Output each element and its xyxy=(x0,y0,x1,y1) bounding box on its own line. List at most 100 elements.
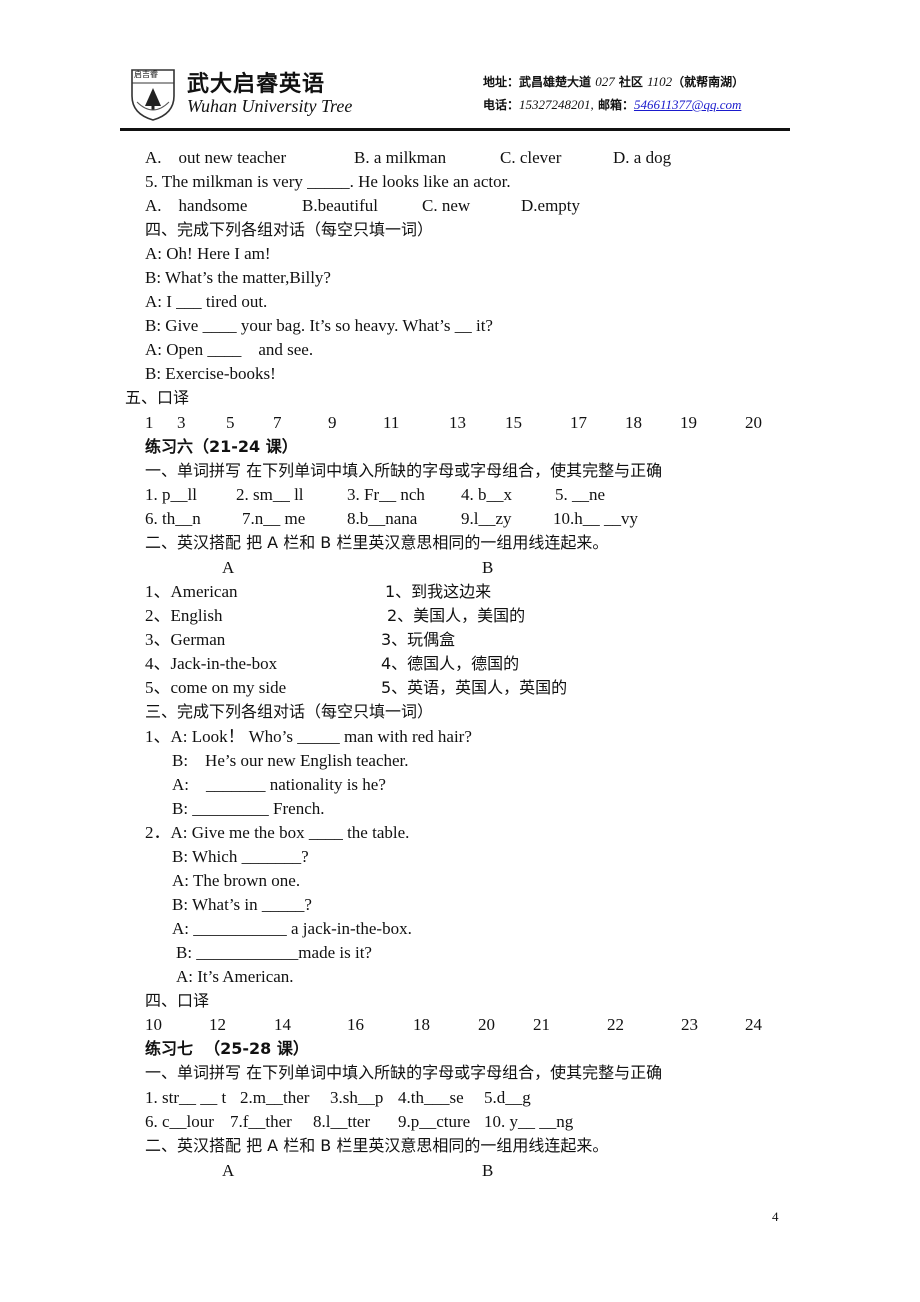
number-item: 12 xyxy=(209,1015,226,1034)
header-contact: 电话：15327248201, 邮箱：546611377@qq.com xyxy=(483,97,742,112)
dialogue-line: A: The brown one. xyxy=(172,871,301,890)
spelling-item: 4. b__x xyxy=(461,485,512,504)
dialogue-line: A: I ___ tired out. xyxy=(145,292,268,311)
phone-number: 15327248201, xyxy=(519,97,594,112)
spelling-item: 8.l__tter xyxy=(313,1112,371,1131)
dialogue-line: A: ___________ a jack-in-the-box. xyxy=(172,919,412,938)
spelling-item: 8.b__nana xyxy=(347,509,418,528)
number-item: 9 xyxy=(328,413,337,432)
column-b-header: B xyxy=(482,1161,494,1180)
dialogue-line: B: Give ____ your bag. It’s so heavy. Wh… xyxy=(145,316,493,335)
match-b-item: 5、英语，英国人，英国的 xyxy=(381,678,568,697)
match-b-item: 2、美国人，美国的 xyxy=(387,606,526,625)
spelling-item: 5. __ne xyxy=(555,485,606,504)
spelling-item: 1. p__ll xyxy=(145,485,197,504)
dialogue-line: B: What’s in _____? xyxy=(172,895,312,914)
column-b-header: B xyxy=(482,558,494,577)
spelling-item: 3.sh__p xyxy=(330,1088,384,1107)
header-address: 地址：武昌雄楚大道 027 社区 1102（就帮南湖） xyxy=(483,74,745,89)
dialogue-line: B: ____________made is it? xyxy=(176,943,372,962)
section-heading: 五、口译 xyxy=(125,388,190,407)
exercise-title: 练习六（21-24 课） xyxy=(145,437,298,456)
option-c: C. clever xyxy=(500,148,562,167)
match-b-item: 3、玩偶盒 xyxy=(381,630,456,649)
spelling-item: 2. sm__ ll xyxy=(236,485,304,504)
spelling-item: 5.d__g xyxy=(484,1088,531,1107)
question-5: 5. The milkman is very _____. He looks l… xyxy=(145,172,511,191)
spelling-item: 10. y__ __ng xyxy=(484,1112,574,1131)
match-b-item: 1、到我这边来 xyxy=(385,582,492,601)
option-a: A. out new teacher xyxy=(145,148,287,167)
spelling-item: 9.l__zy xyxy=(461,509,512,528)
number-item: 23 xyxy=(681,1015,698,1034)
dialogue-line: 1、A: Look！ Who’s _____ man with red hair… xyxy=(145,727,472,746)
brand-name-cn: 武大启睿英语 xyxy=(187,72,326,97)
section-heading: 四、口译 xyxy=(145,991,210,1010)
match-b-item: 4、德国人，德国的 xyxy=(381,654,520,673)
crest-text: 启吉睿 xyxy=(134,70,158,79)
number-item: 18 xyxy=(625,413,642,432)
option-c: C. new xyxy=(422,196,471,215)
exercise-title: 练习七 （25-28 课） xyxy=(145,1039,309,1058)
email-link[interactable]: 546611377@qq.com xyxy=(634,97,741,112)
section-heading: 一、单词拼写 在下列单词中填入所缺的字母或字母组合，使其完整与正确 xyxy=(145,461,663,480)
option-d: D.empty xyxy=(521,196,581,215)
section-heading: 二、英汉搭配 把 A 栏和 B 栏里英汉意思相同的一组用线连起来。 xyxy=(145,533,609,552)
number-item: 5 xyxy=(226,413,235,432)
number-item: 13 xyxy=(449,413,466,432)
match-a-item: 2、English xyxy=(145,606,223,625)
dialogue-line: A: _______ nationality is he? xyxy=(172,775,386,794)
spelling-item: 3. Fr__ nch xyxy=(347,485,425,504)
header-divider xyxy=(120,128,790,131)
dialogue-line: B: Which _______? xyxy=(172,847,309,866)
number-item: 14 xyxy=(274,1015,291,1034)
number-item: 10 xyxy=(145,1015,162,1034)
spelling-item: 9.p__cture xyxy=(398,1112,471,1131)
option-b: B. a milkman xyxy=(354,148,447,167)
number-item: 22 xyxy=(607,1015,624,1034)
number-item: 7 xyxy=(273,413,282,432)
column-a-header: A xyxy=(222,1161,235,1180)
brand-name-en: Wuhan University Tree xyxy=(187,96,353,116)
dialogue-line: B: Exercise-books! xyxy=(145,364,276,383)
number-item: 18 xyxy=(413,1015,430,1034)
section-heading: 一、单词拼写 在下列单词中填入所缺的字母或字母组合，使其完整与正确 xyxy=(145,1063,663,1082)
page-number: 4 xyxy=(772,1209,779,1224)
number-item: 15 xyxy=(505,413,522,432)
dialogue-line: A: Oh! Here I am! xyxy=(145,244,271,263)
match-a-item: 3、German xyxy=(145,630,226,649)
dialogue-line: B: What’s the matter,Billy? xyxy=(145,268,331,287)
number-item: 16 xyxy=(347,1015,364,1034)
number-item: 1 xyxy=(145,413,154,432)
dialogue-line: A: Open ____ and see. xyxy=(145,340,314,359)
spelling-item: 1. str__ __ t xyxy=(145,1088,227,1107)
number-item: 21 xyxy=(533,1015,550,1034)
option-a: A. handsome xyxy=(145,196,248,215)
spelling-item: 7.n__ me xyxy=(242,509,306,528)
number-item: 19 xyxy=(680,413,697,432)
dialogue-line: B: _________ French. xyxy=(172,799,325,818)
dialogue-line: 2．A: Give me the box ____ the table. xyxy=(145,823,410,842)
dialogue-line: A: It’s American. xyxy=(176,967,294,986)
spelling-item: 6. th__n xyxy=(145,509,201,528)
section-heading: 二、英汉搭配 把 A 栏和 B 栏里英汉意思相同的一组用线连起来。 xyxy=(145,1136,609,1155)
section-heading: 三、完成下列各组对话（每空只填一词） xyxy=(145,702,434,721)
option-d: D. a dog xyxy=(613,148,672,167)
spelling-item: 10.h__ __vy xyxy=(553,509,638,528)
number-item: 17 xyxy=(570,413,587,432)
option-b: B.beautiful xyxy=(302,196,379,215)
number-item: 20 xyxy=(478,1015,495,1034)
dialogue-line: B: He’s our new English teacher. xyxy=(172,751,409,770)
spelling-item: 6. c__lour xyxy=(145,1112,214,1131)
number-item: 20 xyxy=(745,413,762,432)
section-heading: 四、完成下列各组对话（每空只填一词） xyxy=(145,220,434,239)
number-item: 3 xyxy=(177,413,186,432)
match-a-item: 5、come on my side xyxy=(145,678,287,697)
match-a-item: 4、Jack-in-the-box xyxy=(145,654,278,673)
column-a-header: A xyxy=(222,558,235,577)
number-item: 11 xyxy=(383,413,400,432)
spelling-item: 7.f__ther xyxy=(230,1112,292,1131)
match-a-item: 1、American xyxy=(145,582,238,601)
number-item: 24 xyxy=(745,1015,762,1034)
spelling-item: 2.m__ther xyxy=(240,1088,310,1107)
